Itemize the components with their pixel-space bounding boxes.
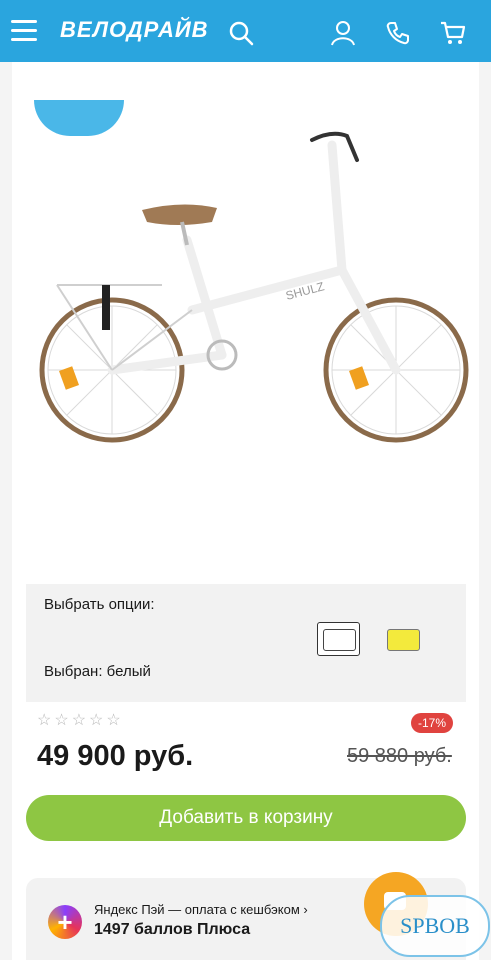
options-title: Выбрать опции: xyxy=(44,596,155,613)
current-price: 49 900 руб. xyxy=(37,740,194,772)
add-to-cart-button[interactable]: Добавить в корзину xyxy=(26,795,466,841)
menu-icon[interactable] xyxy=(11,20,37,42)
top-bar: ВЕЛОДРАЙВ xyxy=(0,0,491,62)
selected-option-label: Выбран: белый xyxy=(44,663,151,680)
discount-badge: -17% xyxy=(411,713,453,733)
color-swatch-yellow[interactable] xyxy=(387,629,420,651)
cart-icon[interactable] xyxy=(440,20,466,46)
old-price: 59 880 руб. xyxy=(347,745,452,767)
yandex-pay-title[interactable]: Яндекс Пэй — оплата с кешбэком › xyxy=(94,902,308,917)
site-logo[interactable]: ВЕЛОДРАЙВ xyxy=(60,17,209,43)
color-swatch-white[interactable] xyxy=(317,622,360,656)
product-image[interactable]: SHULZ xyxy=(12,100,479,570)
phone-icon[interactable] xyxy=(385,20,411,46)
rating-stars[interactable]: ☆☆☆☆☆ xyxy=(37,710,124,730)
search-icon[interactable] xyxy=(228,20,254,46)
plus-icon: + xyxy=(48,905,82,939)
options-panel: Выбрать опции: Выбран: белый xyxy=(26,584,466,702)
user-icon[interactable] xyxy=(330,20,356,46)
plus-points: 1497 баллов Плюса xyxy=(94,921,251,938)
watermark: SPBOB xyxy=(380,895,490,957)
